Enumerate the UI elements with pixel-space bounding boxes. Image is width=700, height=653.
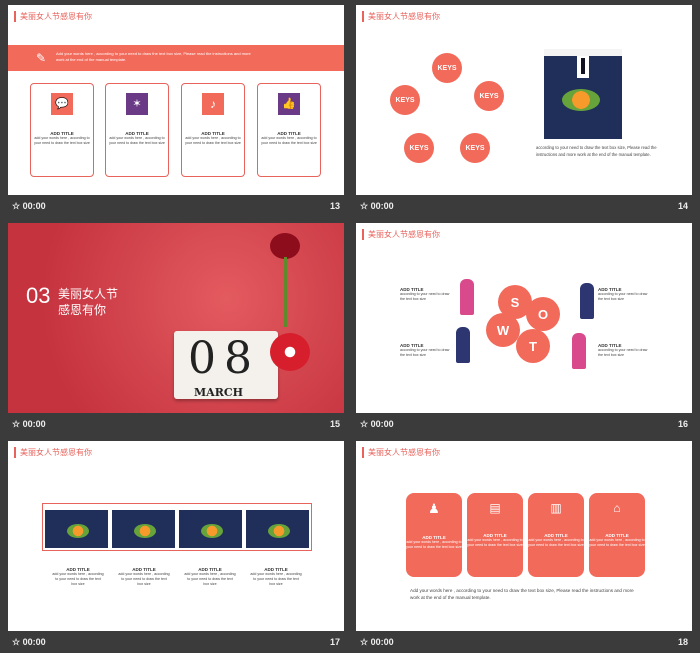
man-photo [112, 506, 175, 548]
banner: ✎ Add your words here , according to you… [8, 45, 344, 71]
chat-icon: 💬 [51, 93, 73, 115]
slide-footer: ☆ 00:00 16 [356, 415, 692, 433]
slide-time: ☆ 00:00 [12, 419, 46, 429]
man-photo [544, 49, 622, 139]
card-13-2: ✶ ADD TITLE add your words here , accord… [105, 83, 169, 177]
slide-title: 美丽女人节感恩有你 [14, 447, 92, 458]
slide-footer: ☆ 00:00 18 [356, 633, 692, 651]
card-18-1: ♟ ADD TITLE add your words here , accord… [406, 493, 462, 577]
slide-15: 03 美丽女人节 感恩有你 08 MARCH [8, 223, 344, 413]
slide-thumb-14[interactable]: 美丽女人节感恩有你 KEYS KEYS KEYS KEYS KEYS accor… [356, 5, 692, 217]
swot-w: W [486, 313, 520, 347]
keys-circle: KEYS [390, 85, 420, 115]
calendar-blocks: 08 MARCH [174, 331, 278, 399]
description-text: Add your words here , according to your … [410, 588, 634, 600]
slide-thumb-13[interactable]: 美丽女人节感恩有你 ✎ Add your words here , accord… [8, 5, 344, 217]
slide-number: 15 [329, 419, 340, 429]
slide-title: 美丽女人节感恩有你 [362, 447, 440, 458]
swot-item: ADD TITLE according to your need to draw… [598, 343, 648, 357]
ribbon-bow [270, 333, 310, 371]
caption: ADD TITLE add your words here , according… [52, 567, 104, 586]
card-text: add your words here , according to your … [185, 136, 241, 145]
document-icon: ▤ [489, 501, 501, 515]
figure-icon [456, 327, 470, 363]
swot-t: T [516, 329, 550, 363]
keys-circle: KEYS [404, 133, 434, 163]
card-18-2: ▤ ADD TITLE add your words here , accord… [467, 493, 523, 577]
card-text: add your words here , according to your … [261, 136, 317, 145]
swot-item: ADD TITLE according to your need to draw… [400, 343, 450, 357]
home-icon: ⌂ [613, 501, 621, 515]
card-13-4: 👍 ADD TITLE add your words here , accord… [257, 83, 321, 177]
slide-14: 美丽女人节感恩有你 KEYS KEYS KEYS KEYS KEYS accor… [356, 5, 692, 195]
card-18-4: ⌂ ADD TITLE add your words here , accord… [589, 493, 645, 577]
sparkle-icon: ✶ [126, 93, 148, 115]
man-photo [179, 506, 242, 548]
swot-item: ADD TITLE according to your need to draw… [400, 287, 450, 301]
photo-strip [42, 503, 312, 551]
chart-icon: ▥ [550, 501, 562, 515]
slide-thumb-17[interactable]: 美丽女人节感恩有你 ADD TITLE add your words here ,… [8, 441, 344, 653]
card-18-3: ▥ ADD TITLE add your words here , accord… [528, 493, 584, 577]
slide-number: 18 [677, 637, 688, 647]
thumbs-up-icon: 👍 [278, 93, 300, 115]
stem [284, 257, 287, 327]
figure-icon [460, 279, 474, 315]
card-text: add your words here , according to your … [34, 136, 90, 145]
banner-text: Add your words here , according to your … [56, 51, 251, 62]
slide-time: ☆ 00:00 [12, 201, 46, 211]
calendar-month: MARCH [194, 386, 244, 399]
music-icon: ♪ [202, 93, 224, 115]
slide-time: ☆ 00:00 [360, 201, 394, 211]
figure-icon [572, 333, 586, 369]
keys-circle: KEYS [460, 133, 490, 163]
section-number: 03 [26, 283, 51, 308]
man-photo [246, 506, 309, 548]
keys-circle: KEYS [432, 53, 462, 83]
section-heading-line1: 美丽女人节 [58, 287, 119, 301]
caption: ADD TITLE add your words here , according… [118, 567, 170, 586]
slide-thumb-18[interactable]: 美丽女人节感恩有你 ♟ ADD TITLE add your words her… [356, 441, 692, 653]
banner-icon: ✎ [36, 51, 47, 65]
slide-thumb-16[interactable]: 美丽女人节感恩有你 S W O T ADD TITLE according to… [356, 223, 692, 435]
caption: ADD TITLE add your words here , according… [184, 567, 236, 586]
slide-time: ☆ 00:00 [360, 419, 394, 429]
slide-footer: ☆ 00:00 13 [8, 197, 344, 215]
card-text: add your words here , according to your … [109, 136, 165, 145]
slide-title: 美丽女人节感恩有你 [14, 11, 92, 22]
card-13-3: ♪ ADD TITLE add your words here , accord… [181, 83, 245, 177]
swot-o: O [526, 297, 560, 331]
slide-title: 美丽女人节感恩有你 [362, 11, 440, 22]
figure-icon [580, 283, 594, 319]
slide-number: 16 [677, 419, 688, 429]
slide-time: ☆ 00:00 [360, 637, 394, 647]
slide-number: 13 [329, 201, 340, 211]
slide-footer: ☆ 00:00 17 [8, 633, 344, 651]
slide-time: ☆ 00:00 [12, 637, 46, 647]
slide-number: 17 [329, 637, 340, 647]
slide-13: 美丽女人节感恩有你 ✎ Add your words here , accord… [8, 5, 344, 195]
slide-number: 14 [677, 201, 688, 211]
slide-grid: 美丽女人节感恩有你 ✎ Add your words here , accord… [0, 0, 700, 647]
caption: ADD TITLE add your words here , according… [250, 567, 302, 586]
swot-item: ADD TITLE according to your need to draw… [598, 287, 648, 301]
slide-footer: ☆ 00:00 15 [8, 415, 344, 433]
slide-18: 美丽女人节感恩有你 ♟ ADD TITLE add your words her… [356, 441, 692, 631]
person-icon: ♟ [428, 501, 440, 516]
man-photo [45, 506, 108, 548]
section-heading-line2: 感恩有你 [58, 303, 107, 317]
slide-thumb-15[interactable]: 03 美丽女人节 感恩有你 08 MARCH ☆ 00:00 15 [8, 223, 344, 435]
slide-footer: ☆ 00:00 14 [356, 197, 692, 215]
keys-circle: KEYS [474, 81, 504, 111]
slide-17: 美丽女人节感恩有你 ADD TITLE add your words here ,… [8, 441, 344, 631]
card-13-1: 💬 ADD TITLE add your words here , accord… [30, 83, 94, 177]
description-text: according to your need to draw the text … [536, 145, 657, 157]
slide-title: 美丽女人节感恩有你 [362, 229, 440, 240]
rose-icon [270, 233, 300, 259]
slide-16: 美丽女人节感恩有你 S W O T ADD TITLE according to… [356, 223, 692, 413]
calendar-digits: 08 [188, 333, 260, 384]
